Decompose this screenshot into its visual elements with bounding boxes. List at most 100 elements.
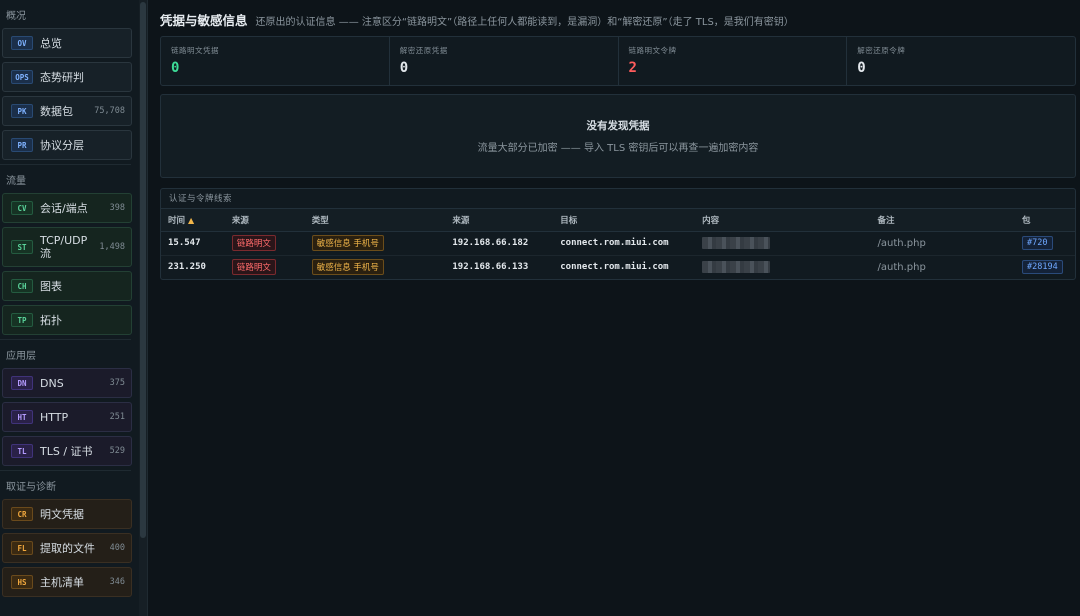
- nav-badge-icon: TL: [11, 444, 33, 458]
- nav-badge-icon: CR: [11, 507, 33, 521]
- column-header-type[interactable]: 类型: [304, 209, 446, 232]
- table-row[interactable]: 15.547 链路明文 敏感信息 手机号 192.168.66.182 conn…: [161, 231, 1075, 256]
- sidebar-item[interactable]: FL 提取的文件 400: [2, 533, 132, 563]
- cell-content: [695, 231, 871, 256]
- sidebar-item[interactable]: OPS 态势研判: [2, 62, 132, 92]
- nav-badge-icon: OV: [11, 36, 33, 50]
- cell-note: /auth.php: [877, 261, 926, 273]
- sidebar-item[interactable]: PK 数据包 75,708: [2, 96, 132, 126]
- sidebar-item-count: 400: [109, 543, 125, 553]
- table-header-row: 时间 ▲ 来源 类型 来源 目标 内容 备注 包: [161, 209, 1075, 232]
- packet-link[interactable]: #28194: [1022, 260, 1063, 275]
- sidebar-item[interactable]: OV 总览: [2, 28, 132, 58]
- cell-source: 192.168.66.182: [445, 231, 554, 256]
- type-tag: 敏感信息 手机号: [311, 259, 384, 276]
- stat-decrypted-credentials: 解密还原凭据 0: [390, 37, 619, 85]
- cell-type: 敏感信息 手机号: [304, 231, 446, 256]
- nav-group: 取证与诊断 CR 明文凭据 FL 提取的文件 400 HS 主机清单 346: [0, 470, 147, 597]
- sidebar-item-count: 346: [109, 577, 125, 587]
- page-subtitle: 还原出的认证信息 —— 注意区分“链路明文”（路径上任何人都能读到，是漏洞）和“…: [255, 17, 794, 28]
- cell-origin: 链路明文: [224, 231, 305, 256]
- sidebar-item-label: 协议分层: [40, 138, 84, 152]
- sidebar-scrollbar[interactable]: [139, 0, 147, 616]
- sidebar-item-label: 总览: [40, 36, 62, 50]
- nav-group-title: 流量: [6, 176, 26, 187]
- stat-value: 0: [399, 60, 409, 76]
- stat-value: 0: [857, 60, 866, 76]
- redacted-content: [702, 237, 771, 249]
- cell-time: 15.547: [161, 231, 225, 256]
- sidebar-item-label: TLS / 证书: [40, 444, 93, 458]
- sidebar-item[interactable]: DN DNS 375: [2, 368, 132, 398]
- sidebar-item-label: 态势研判: [40, 70, 84, 84]
- column-header-note[interactable]: 备注: [870, 209, 1016, 232]
- sidebar-item[interactable]: TP 拓扑: [2, 305, 132, 335]
- packet-link[interactable]: #720: [1022, 236, 1053, 250]
- nav-group-title: 概况: [6, 11, 26, 22]
- cell-packet: #720: [1015, 231, 1075, 256]
- column-header-target[interactable]: 目标: [553, 209, 696, 232]
- column-header-origin[interactable]: 来源: [224, 209, 305, 232]
- nav-badge-icon: HS: [11, 575, 33, 589]
- cell-source: 192.168.66.133: [452, 262, 529, 273]
- column-header-packet[interactable]: 包: [1015, 209, 1075, 232]
- nav-badge-icon: PR: [11, 138, 33, 152]
- sidebar-item[interactable]: HT HTTP 251: [2, 402, 132, 432]
- cell-origin: 链路明文: [225, 255, 305, 279]
- nav-badge-icon: ST: [11, 240, 33, 254]
- group-divider: [0, 164, 131, 165]
- sidebar-item-count: 375: [109, 378, 125, 388]
- auth-token-table-panel: 认证与令牌线索 时间 ▲ 来源 类型 来源 目标 内容 备注 包 15.547 …: [160, 188, 1076, 280]
- stat-value: 0: [171, 60, 180, 76]
- sidebar-item-label: 主机清单: [40, 575, 84, 589]
- nav-badge-icon: FL: [11, 541, 33, 555]
- sidebar-item-label: 明文凭据: [40, 507, 84, 521]
- nav-group: 流量 CV 会话/端点 398 ST TCP/UDP 流 1,498 CH 图表 TP 拓扑: [0, 164, 147, 335]
- cell-time: 231.250: [168, 262, 206, 273]
- sidebar: 概况 OV 总览 OPS 态势研判 PK 数据包 75,708 PR 协议分层流量 CV 会话/端点 3…: [0, 0, 148, 616]
- nav-badge-icon: HT: [11, 410, 33, 424]
- sidebar-item-count: 75,708: [94, 106, 125, 116]
- sidebar-item[interactable]: CV 会话/端点 398: [2, 193, 132, 223]
- table-row[interactable]: 231.250 链路明文 敏感信息 手机号 192.168.66.133 con…: [161, 255, 1075, 279]
- page-header: 凭据与敏感信息 还原出的认证信息 —— 注意区分“链路明文”（路径上任何人都能读…: [160, 10, 1076, 28]
- sidebar-nav: 概况 OV 总览 OPS 态势研判 PK 数据包 75,708 PR 协议分层流量 CV 会话/端点 3…: [0, 6, 147, 597]
- sidebar-item[interactable]: CR 明文凭据: [2, 499, 132, 529]
- sidebar-item-label: DNS: [40, 376, 64, 390]
- sidebar-item[interactable]: ST TCP/UDP 流 1,498: [2, 227, 132, 267]
- column-header-content[interactable]: 内容: [695, 209, 871, 232]
- nav-badge-icon: CH: [11, 279, 33, 293]
- app-root: 概况 OV 总览 OPS 态势研判 PK 数据包 75,708 PR 协议分层流量 CV 会话/端点 3…: [0, 0, 1080, 616]
- nav-group: 概况 OV 总览 OPS 态势研判 PK 数据包 75,708 PR 协议分层: [0, 6, 147, 160]
- column-header-time[interactable]: 时间 ▲: [161, 209, 225, 232]
- empty-state: 没有发现凭据 流量大部分已加密 —— 导入 TLS 密钥后可以再查一遍加密内容: [160, 94, 1076, 178]
- empty-state-description: 流量大部分已加密 —— 导入 TLS 密钥后可以再查一遍加密内容: [477, 143, 759, 154]
- redacted-content: [702, 261, 771, 274]
- column-header-source[interactable]: 来源: [445, 209, 554, 232]
- stat-label: 解密还原凭据: [399, 46, 448, 55]
- sidebar-item-label: 拓扑: [40, 313, 62, 327]
- auth-token-table: 时间 ▲ 来源 类型 来源 目标 内容 备注 包 15.547 链路明文 敏感信息: [161, 209, 1075, 279]
- table-caption: 认证与令牌线索: [161, 189, 1075, 209]
- sidebar-item[interactable]: PR 协议分层: [2, 130, 132, 160]
- sidebar-item-label: 会话/端点: [40, 201, 88, 215]
- nav-badge-icon: TP: [11, 313, 33, 327]
- stat-label: 链路明文令牌: [628, 46, 677, 55]
- sidebar-item-count: 251: [109, 412, 125, 422]
- nav-badge-icon: PK: [11, 104, 33, 118]
- sidebar-item[interactable]: TL TLS / 证书 529: [2, 436, 132, 466]
- sidebar-item[interactable]: CH 图表: [2, 271, 132, 301]
- stat-value: 2: [628, 60, 637, 76]
- stat-label: 解密还原令牌: [857, 46, 906, 55]
- group-divider: [0, 339, 131, 340]
- nav-group: 应用层 DN DNS 375 HT HTTP 251 TL TLS / 证书 529: [0, 339, 147, 466]
- sidebar-item[interactable]: HS 主机清单 346: [2, 567, 132, 597]
- main-content: 凭据与敏感信息 还原出的认证信息 —— 注意区分“链路明文”（路径上任何人都能读…: [148, 0, 1080, 616]
- cell-note: /auth.php: [870, 231, 1016, 256]
- stat-label: 链路明文凭据: [171, 46, 219, 55]
- sidebar-item-count: 1,498: [99, 242, 125, 252]
- nav-badge-icon: CV: [11, 201, 33, 215]
- page-title: 凭据与敏感信息: [160, 13, 248, 28]
- sidebar-scrollbar-thumb[interactable]: [140, 2, 146, 538]
- stat-decrypted-tokens: 解密还原令牌 0: [847, 37, 1075, 85]
